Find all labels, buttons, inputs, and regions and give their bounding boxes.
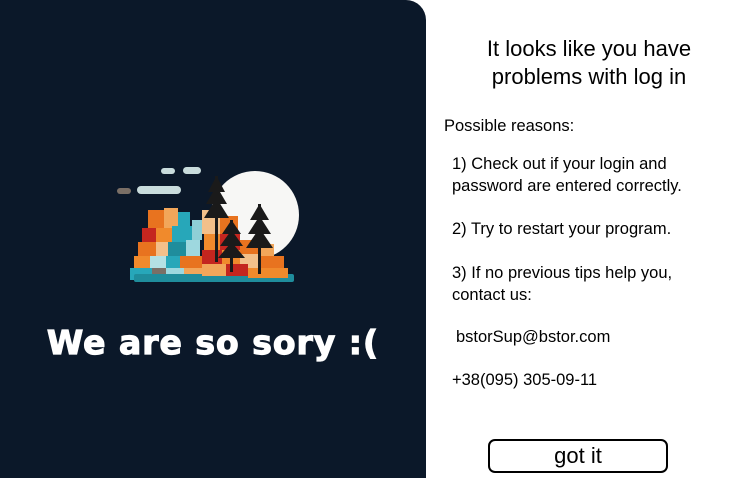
info-panel: It looks like you have problems with log… [426, 0, 750, 480]
support-phone: +38(095) 305-09-11 [452, 371, 598, 389]
support-email: bstorSup@bstor.com [456, 328, 611, 346]
illustration-panel: We are so sory :( [0, 0, 426, 478]
dialog-title-line1: It looks like you have [486, 36, 692, 61]
tip-check-credentials: 1) Check out if your login and password … [452, 153, 682, 197]
tip1-line1: 1) Check out if your login and [452, 155, 667, 173]
dialog-title-line2: problems with log in [491, 64, 687, 89]
tip1-line2: password are entered correctly. [452, 177, 682, 195]
tip-restart-program: 2) Try to restart your program. [452, 220, 672, 238]
tip3-line1: 3) If no previous tips help you, [452, 264, 673, 282]
got-it-button[interactable]: got it [488, 439, 668, 473]
apology-message: We are so sory :( [46, 322, 380, 362]
tip3-line2: contact us: [452, 286, 532, 304]
dialog-title: It looks like you have problems with log… [430, 35, 748, 91]
possible-reasons-label: Possible reasons: [444, 117, 575, 135]
login-problem-dialog: We are so sory :( It looks like you have… [0, 0, 750, 480]
tip-contact-us: 3) If no previous tips help you, contact… [452, 262, 672, 306]
forest-landscape-icon [117, 167, 299, 282]
